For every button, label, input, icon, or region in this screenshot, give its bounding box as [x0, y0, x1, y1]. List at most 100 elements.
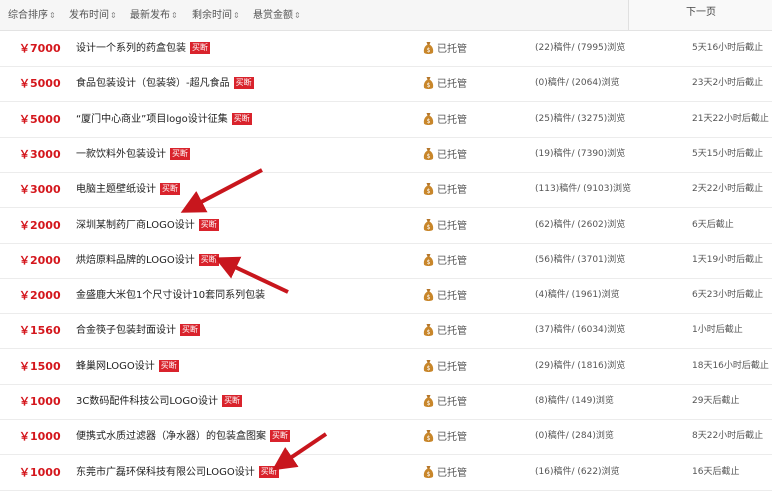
task-row: ￥2000 金盛鹿大米包1个尺寸设计10套同系列包装 $ 已托管 (4)稿件/ (196…: [0, 279, 772, 315]
escrow-label: 已托管: [437, 432, 467, 444]
task-title: 合金筷子包装封面设计: [76, 325, 176, 337]
money-bag-icon: $: [423, 183, 434, 196]
buyout-tag: 买断: [233, 77, 254, 90]
task-title-link[interactable]: 合金筷子包装封面设计 买断: [76, 314, 200, 347]
task-row: ￥2000 深圳某制药厂商LOGO设计 买断 $ 已托管 (62)稿件/ (2602)浏览…: [0, 209, 772, 244]
money-bag-icon: $: [423, 218, 434, 231]
submission-view-stats: (62)稿件/ (2602)浏览: [535, 219, 626, 230]
sort-remaining-time[interactable]: 剩余时间⇕: [192, 9, 240, 23]
buyout-tag: 买断: [222, 395, 243, 407]
escrow-status: $ 已托管: [423, 429, 467, 445]
reward-price: ￥1560: [19, 324, 61, 338]
buyout-tag: 买断: [158, 359, 179, 372]
task-row: ￥3000 电脑主题壁纸设计 买断 $ 已托管 (113)稿件/ (9103)浏览 2天22…: [0, 173, 772, 209]
task-title-link[interactable]: 便携式水质过滤器（净水器）的包装盒图案 买断: [76, 420, 290, 453]
task-title-link[interactable]: “厦门中心商业”项目logo设计征集 买断: [76, 103, 252, 136]
task-title-link[interactable]: 电脑主题壁纸设计 买断: [76, 173, 180, 206]
svg-text:$: $: [427, 118, 431, 125]
next-page-button[interactable]: 下一页: [628, 0, 772, 30]
submission-view-stats: (29)稿件/ (1816)浏览: [535, 360, 626, 371]
deadline: 5天16小时后截止: [692, 43, 764, 53]
buyout-tag: 买断: [180, 324, 200, 337]
task-title: 金盛鹿大米包1个尺寸设计10套同系列包装: [76, 290, 266, 302]
task-title: 电脑主题壁纸设计: [76, 184, 156, 196]
buyout-tag: 买断: [160, 183, 180, 196]
escrow-label: 已托管: [437, 467, 467, 479]
reward-price: ￥5000: [19, 112, 61, 126]
money-bag-icon: $: [423, 42, 434, 54]
submission-view-stats: (8)稿件/ (149)浏览: [535, 396, 614, 406]
deadline: 18天16小时后截止: [692, 360, 769, 371]
reward-price: ￥2000: [19, 289, 61, 303]
submission-view-stats: (25)稿件/ (3275)浏览: [535, 113, 626, 124]
money-bag-icon: $: [423, 77, 434, 90]
task-row: ￥2000 烘焙原料品牌的LOGO设计 买断 $ 已托管 (56)稿件/ (3701)浏览…: [0, 244, 772, 279]
task-title-link[interactable]: 烘焙原料品牌的LOGO设计 买断: [76, 244, 219, 277]
deadline: 6天23小时后截止: [692, 290, 764, 301]
svg-text:$: $: [427, 82, 431, 89]
escrow-status: $ 已托管: [423, 218, 467, 234]
sort-publish-time[interactable]: 发布时间⇕: [69, 9, 117, 23]
deadline: 6天后截止: [692, 219, 734, 230]
deadline: 2天22小时后截止: [692, 184, 764, 195]
deadline: 5天15小时后截止: [692, 148, 764, 159]
task-title-link[interactable]: 金盛鹿大米包1个尺寸设计10套同系列包装: [76, 279, 265, 312]
money-bag-icon: $: [423, 289, 434, 302]
money-bag-icon: $: [423, 147, 434, 160]
reward-price: ￥1000: [19, 430, 61, 444]
buyout-tag: 买断: [231, 112, 252, 125]
deadline: 23天2小时后截止: [692, 78, 764, 89]
task-title: 烘焙原料品牌的LOGO设计: [76, 254, 195, 266]
reward-price: ￥3000: [19, 183, 61, 197]
task-row: ￥5000 食品包装设计（包装袋）-超凡食品 买断 $ 已托管 (0)稿件/ (2064)…: [0, 67, 772, 103]
sort-comprehensive[interactable]: 综合排序⇕: [8, 9, 56, 23]
sort-reward-amount[interactable]: 悬赏金额⇕: [253, 9, 301, 23]
task-title-link[interactable]: 蜂巢网LOGO设计 买断: [76, 350, 179, 383]
escrow-label: 已托管: [437, 361, 467, 373]
task-title: 食品包装设计（包装袋）-超凡食品: [76, 78, 230, 90]
buyout-tag: 买断: [190, 42, 210, 54]
task-title-link[interactable]: 设计一个系列的药盒包装 买断: [76, 32, 210, 65]
escrow-status: $ 已托管: [423, 323, 467, 339]
escrow-status: $ 已托管: [423, 253, 467, 269]
task-row: ￥3000 一款饮料外包装设计 买断 $ 已托管 (19)稿件/ (7390)浏览 5天15…: [0, 138, 772, 173]
reward-price: ￥1000: [19, 395, 61, 408]
money-bag-icon: $: [423, 359, 434, 372]
submission-view-stats: (0)稿件/ (2064)浏览: [535, 78, 620, 89]
task-title-link[interactable]: 食品包装设计（包装袋）-超凡食品 买断: [76, 67, 254, 100]
sort-latest[interactable]: 最新发布⇕: [130, 9, 178, 23]
reward-price: ￥2000: [19, 253, 61, 267]
svg-text:$: $: [427, 259, 431, 266]
task-row: ￥1000 便携式水质过滤器（净水器）的包装盒图案 买断 $ 已托管 (0)稿件/ (28…: [0, 420, 772, 456]
task-title-link[interactable]: 东莞市广磊环保科技有限公司LOGO设计 买断: [76, 456, 279, 489]
task-row: ￥5000 “厦门中心商业”项目logo设计征集 买断 $ 已托管 (25)稿件/ (32…: [0, 103, 772, 138]
escrow-status: $ 已托管: [423, 394, 467, 410]
task-title: 深圳某制药厂商LOGO设计: [76, 219, 195, 231]
reward-price: ￥1500: [19, 359, 61, 373]
escrow-status: $ 已托管: [423, 112, 467, 128]
escrow-label: 已托管: [437, 44, 467, 55]
submission-view-stats: (37)稿件/ (6034)浏览: [535, 325, 626, 336]
sort-arrow-icon: ⇕: [49, 11, 56, 20]
deadline: 8天22小时后截止: [692, 431, 764, 442]
svg-text:$: $: [427, 471, 431, 478]
reward-price: ￥7000: [19, 42, 61, 55]
task-title-link[interactable]: 3C数码配件科技公司LOGO设计 买断: [76, 385, 243, 418]
svg-text:$: $: [427, 153, 431, 160]
submission-view-stats: (56)稿件/ (3701)浏览: [535, 254, 626, 265]
deadline: 29天后截止: [692, 396, 740, 406]
buyout-tag: 买断: [270, 430, 290, 443]
task-title-link[interactable]: 深圳某制药厂商LOGO设计 买断: [76, 209, 219, 242]
svg-text:$: $: [427, 294, 431, 301]
reward-price: ￥3000: [19, 147, 61, 161]
submission-view-stats: (16)稿件/ (622)浏览: [535, 466, 620, 477]
reward-price: ￥2000: [19, 218, 61, 232]
task-title-link[interactable]: 一款饮料外包装设计 买断: [76, 138, 190, 171]
task-title: 3C数码配件科技公司LOGO设计: [76, 396, 219, 407]
money-bag-icon: $: [423, 430, 434, 443]
deadline: 16天后截止: [692, 466, 740, 477]
escrow-status: $ 已托管: [423, 359, 467, 375]
escrow-status: $ 已托管: [423, 465, 467, 481]
escrow-label: 已托管: [437, 397, 467, 408]
task-row: ￥1000 3C数码配件科技公司LOGO设计 买断 $ 已托管 (8)稿件/ (149)浏…: [0, 385, 772, 420]
